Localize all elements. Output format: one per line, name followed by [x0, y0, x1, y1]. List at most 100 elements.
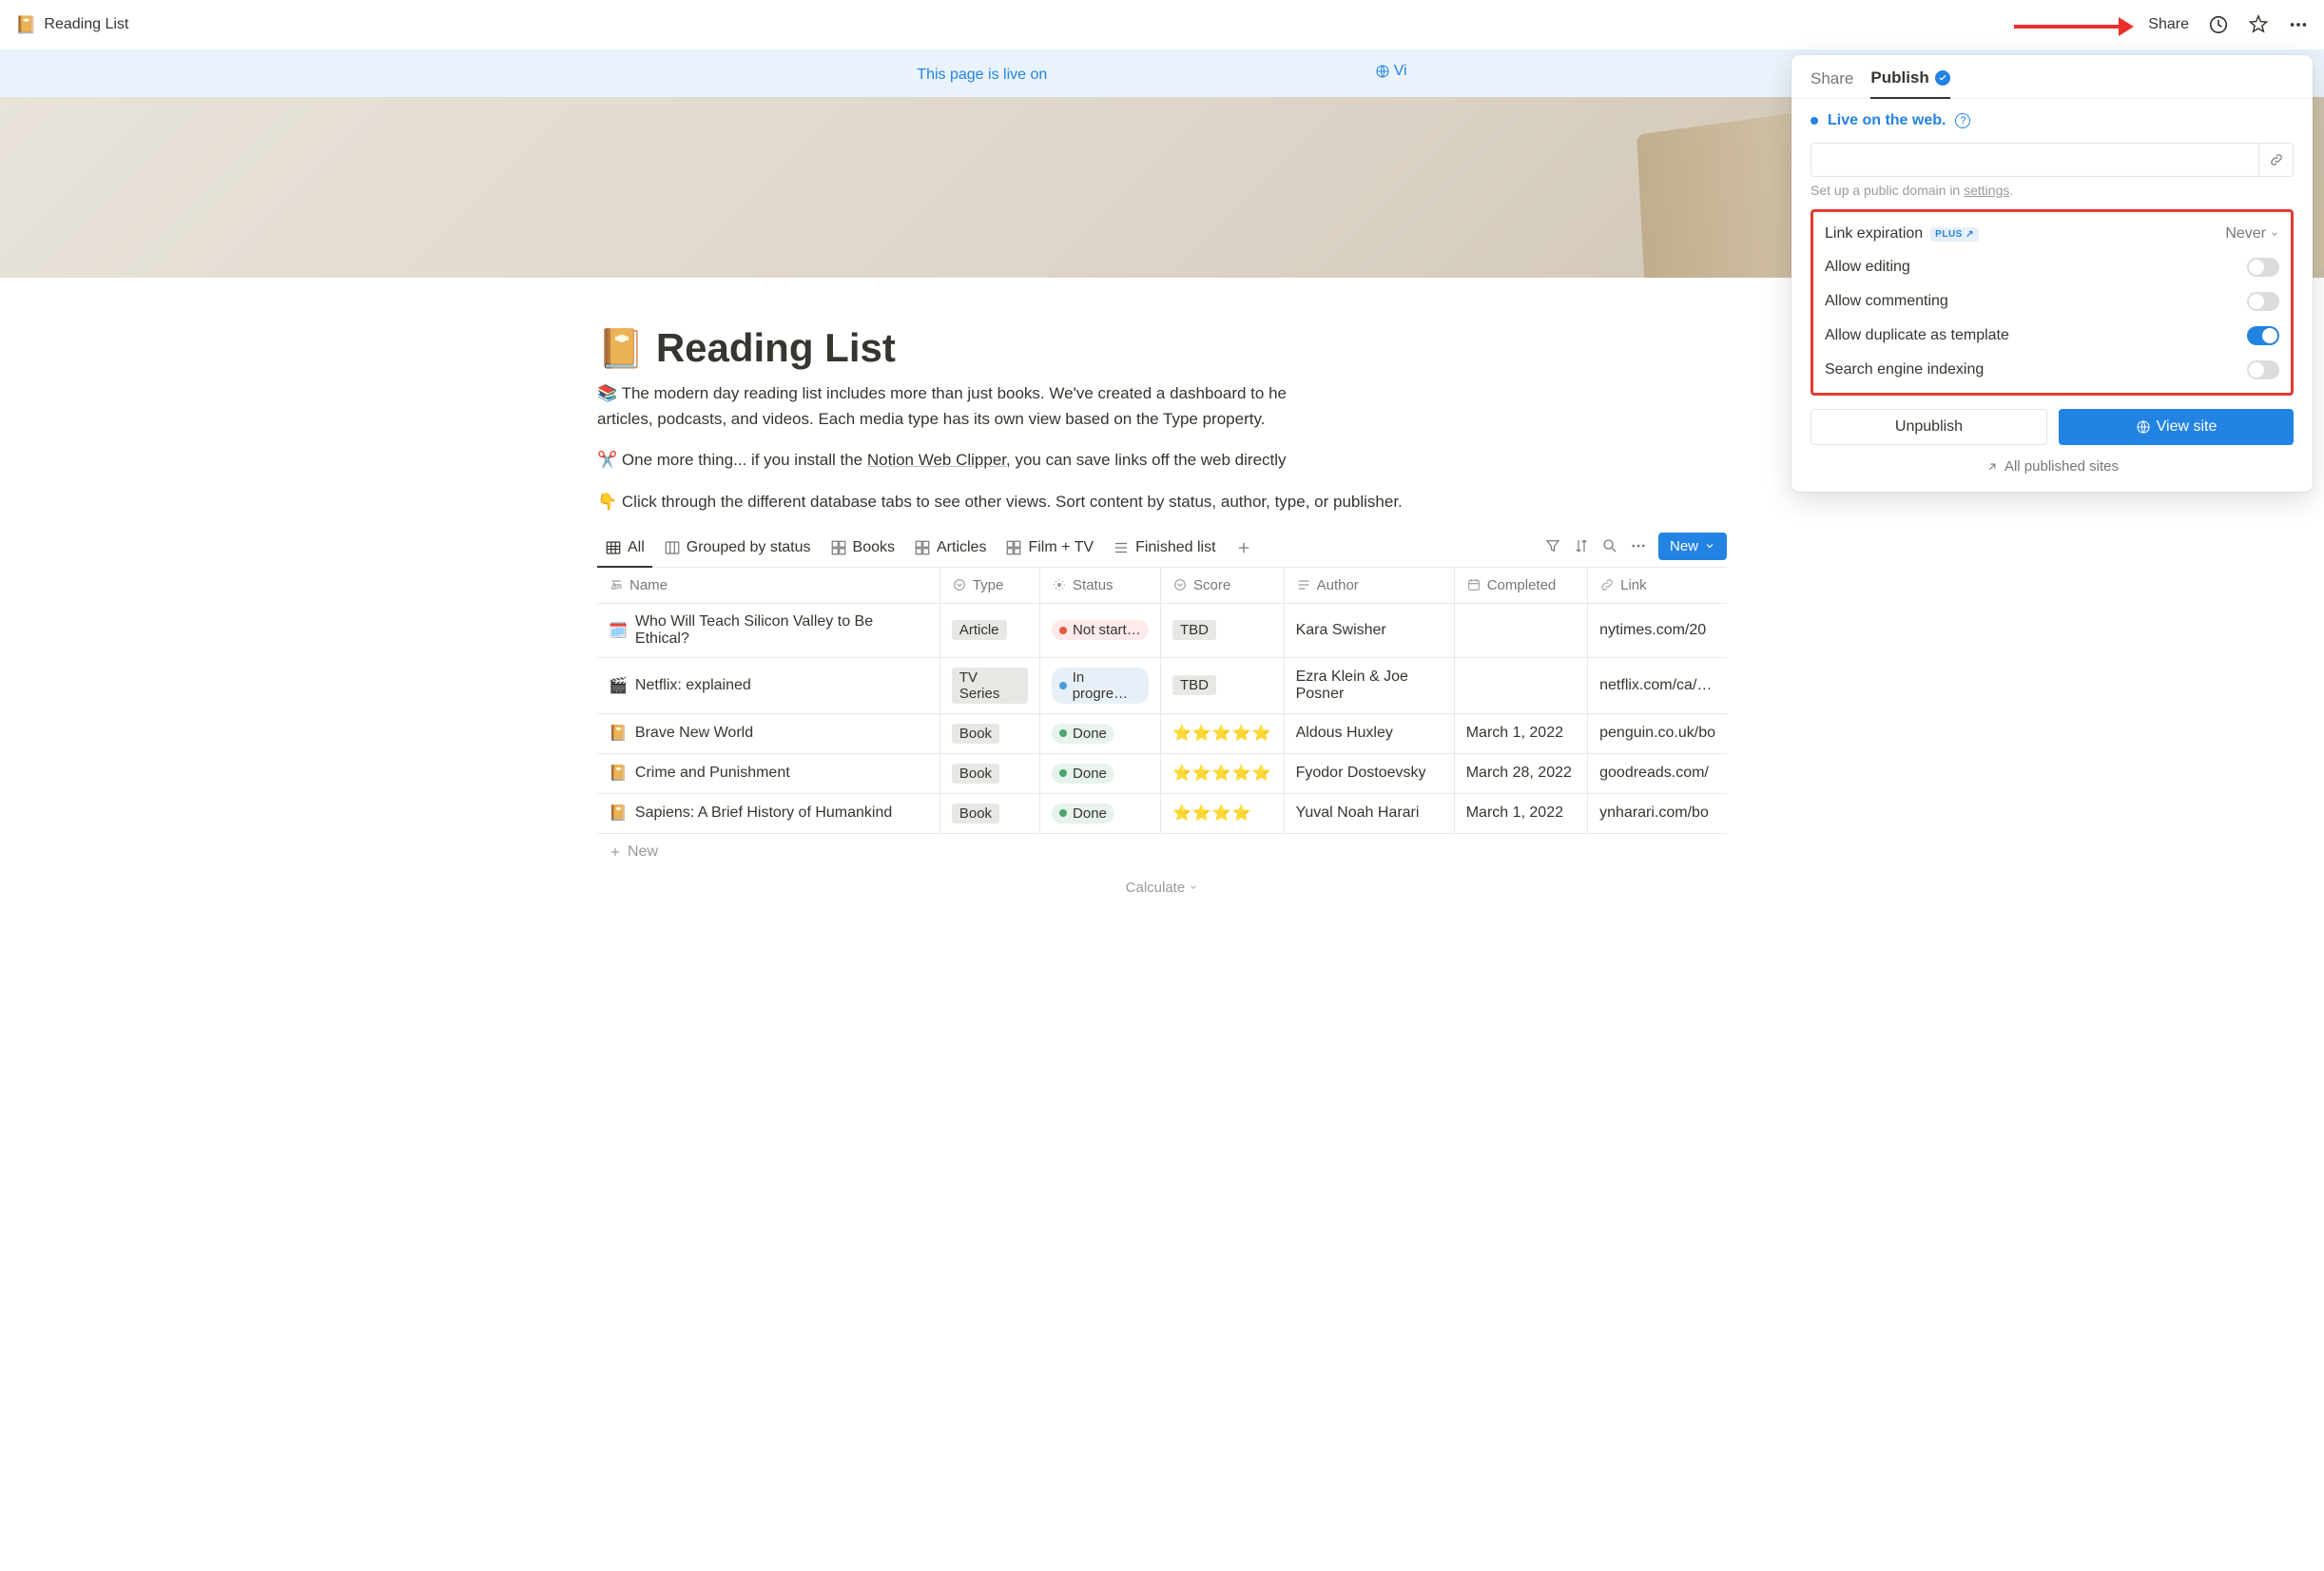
sort-icon[interactable] — [1573, 537, 1590, 554]
table-row[interactable]: 🎬Netflix: explained TV Series In progre…… — [597, 657, 1727, 713]
row-icon: 📔 — [609, 804, 628, 823]
page-description-2: ✂️ One more thing... if you install the … — [597, 447, 1727, 473]
link-cell[interactable]: penguin.co.uk/bo — [1588, 713, 1727, 753]
search-indexing-toggle[interactable] — [2247, 360, 2279, 379]
filter-icon[interactable] — [1544, 537, 1561, 554]
row-icon: 🗓️ — [609, 621, 628, 640]
score-cell: ⭐⭐⭐⭐⭐ — [1160, 753, 1284, 793]
author-cell: Ezra Klein & Joe Posner — [1284, 657, 1454, 713]
search-indexing-label: Search engine indexing — [1825, 361, 1984, 378]
tab-books[interactable]: Books — [823, 532, 902, 566]
list-icon — [1113, 539, 1130, 556]
view-site-button[interactable]: View site — [2059, 409, 2294, 445]
link-cell[interactable]: nytimes.com/20 — [1588, 603, 1727, 657]
add-view-button[interactable] — [1228, 532, 1260, 566]
allow-duplicate-label: Allow duplicate as template — [1825, 327, 2009, 344]
all-published-sites-link[interactable]: All published sites — [1811, 458, 2294, 475]
banner-view-site-link[interactable]: Vi — [1375, 63, 1407, 80]
new-row-button[interactable]: New — [597, 834, 1727, 870]
updates-icon[interactable] — [2208, 14, 2229, 35]
new-button[interactable]: New — [1658, 533, 1727, 560]
col-score[interactable]: Score — [1193, 577, 1230, 593]
link-cell[interactable]: netflix.com/ca/… — [1588, 657, 1727, 713]
title-prop-icon: Aa — [609, 577, 624, 592]
tab-grouped[interactable]: Grouped by status — [656, 532, 819, 566]
status-pill: Done — [1052, 804, 1114, 824]
author-cell: Yuval Noah Harari — [1284, 793, 1454, 833]
more-options-icon[interactable] — [1630, 537, 1647, 554]
completed-cell: March 1, 2022 — [1454, 793, 1587, 833]
col-link[interactable]: Link — [1620, 577, 1647, 593]
status-pill: Done — [1052, 764, 1114, 784]
completed-cell: March 1, 2022 — [1454, 713, 1587, 753]
page-icon[interactable]: 📔 — [597, 326, 645, 371]
completed-cell: March 28, 2022 — [1454, 753, 1587, 793]
popover-tab-share[interactable]: Share — [1811, 68, 1853, 98]
settings-link[interactable]: settings — [1964, 183, 2009, 198]
score-cell: TBD — [1160, 603, 1284, 657]
col-author[interactable]: Author — [1317, 577, 1359, 593]
author-cell: Kara Swisher — [1284, 603, 1454, 657]
completed-cell — [1454, 603, 1587, 657]
table-row[interactable]: 📔Crime and Punishment Book Done ⭐⭐⭐⭐⭐ Fy… — [597, 753, 1727, 793]
breadcrumb-title[interactable]: Reading List — [44, 16, 128, 33]
link-cell[interactable]: goodreads.com/ — [1588, 753, 1727, 793]
allow-editing-toggle[interactable] — [2247, 258, 2279, 277]
link-cell[interactable]: ynharari.com/bo — [1588, 793, 1727, 833]
popover-tab-publish[interactable]: Publish — [1870, 68, 1949, 99]
tab-finished[interactable]: Finished list — [1105, 532, 1223, 566]
status-pill: In progre… — [1052, 668, 1149, 704]
text-prop-icon — [1296, 577, 1311, 592]
page-description-1: 📚 The modern day reading list includes m… — [597, 380, 1727, 432]
share-button[interactable]: Share — [2148, 16, 2189, 33]
board-icon — [664, 539, 681, 556]
tab-film[interactable]: Film + TV — [997, 532, 1101, 566]
row-icon: 📔 — [609, 764, 628, 783]
publish-popover: Share Publish Live on the web. ? Set up … — [1791, 55, 2313, 492]
table-row[interactable]: 📔Sapiens: A Brief History of Humankind B… — [597, 793, 1727, 833]
allow-duplicate-toggle[interactable] — [2247, 326, 2279, 345]
col-status[interactable]: Status — [1073, 577, 1114, 593]
link-expiration-value[interactable]: Never — [2225, 225, 2279, 242]
score-cell: TBD — [1160, 657, 1284, 713]
calculate-row[interactable]: Calculate — [597, 870, 1727, 905]
unpublish-button[interactable]: Unpublish — [1811, 409, 2047, 445]
date-prop-icon — [1466, 577, 1482, 592]
type-pill: Book — [952, 764, 999, 784]
plus-badge[interactable]: PLUS — [1930, 227, 1979, 242]
status-pill: Done — [1052, 724, 1114, 744]
public-url-input[interactable] — [1811, 143, 2259, 177]
author-cell: Aldous Huxley — [1284, 713, 1454, 753]
row-name: Brave New World — [635, 725, 753, 742]
table-row[interactable]: 📔Brave New World Book Done ⭐⭐⭐⭐⭐ Aldous … — [597, 713, 1727, 753]
favorite-icon[interactable] — [2248, 14, 2269, 35]
info-icon[interactable]: ? — [1955, 113, 1970, 128]
domain-hint: Set up a public domain in settings. — [1811, 183, 2294, 198]
tab-all[interactable]: All — [597, 532, 652, 568]
type-pill: Book — [952, 804, 999, 824]
web-clipper-link[interactable]: Notion Web Clipper — [867, 451, 1006, 469]
live-dot-icon — [1811, 117, 1818, 125]
search-icon[interactable] — [1601, 537, 1618, 554]
gallery-icon — [830, 539, 847, 556]
allow-commenting-toggle[interactable] — [2247, 292, 2279, 311]
status-pill: Not start… — [1052, 620, 1149, 640]
page-description-3: 👇 Click through the different database t… — [597, 489, 1727, 514]
col-completed[interactable]: Completed — [1487, 577, 1557, 593]
score-cell: ⭐⭐⭐⭐⭐ — [1160, 713, 1284, 753]
url-prop-icon — [1599, 577, 1615, 592]
row-name: Who Will Teach Silicon Valley to Be Ethi… — [635, 613, 928, 648]
type-pill: TV Series — [952, 668, 1028, 704]
col-name[interactable]: Name — [629, 577, 668, 593]
col-type[interactable]: Type — [973, 577, 1004, 593]
check-badge-icon — [1935, 70, 1950, 86]
page-title[interactable]: Reading List — [656, 325, 896, 371]
tab-articles[interactable]: Articles — [906, 532, 994, 566]
more-icon[interactable] — [2288, 14, 2309, 35]
gallery-icon — [1005, 539, 1022, 556]
table-row[interactable]: 🗓️ Who Will Teach Silicon Valley to Be Et… — [597, 603, 1727, 657]
live-on-web-text: Live on the web. — [1828, 112, 1946, 129]
gallery-icon — [914, 539, 931, 556]
copy-link-button[interactable] — [2259, 143, 2294, 177]
plus-icon — [1235, 539, 1252, 556]
